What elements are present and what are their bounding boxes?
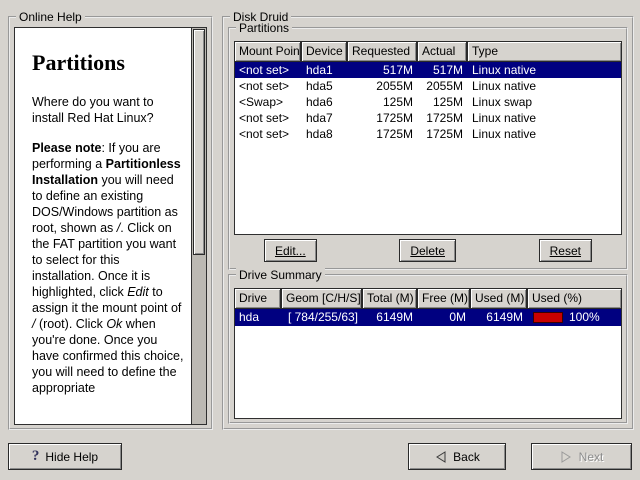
- next-arrow-icon: [560, 450, 573, 464]
- drive-summary-section: Drive Summary DriveGeom [C/H/S]Total (M)…: [228, 274, 628, 424]
- edit-button-label: Edit...: [275, 244, 306, 258]
- column-header-type[interactable]: Type: [467, 41, 622, 62]
- drive-cell-total: 6149M: [363, 309, 418, 326]
- drive-summary-header-row: DriveGeom [C/H/S]Total (M)Free (M)Used (…: [234, 288, 622, 309]
- column-header-mount[interactable]: Mount Point: [234, 41, 301, 62]
- drive-cell-geom: [ 784/255/63]: [282, 309, 363, 326]
- partition-cell-mount: <not set>: [235, 110, 302, 126]
- partitions-body: <not set>hda1517M517MLinux native<not se…: [234, 62, 622, 235]
- partition-cell-type: Linux native: [468, 62, 621, 78]
- partitions-buttons: Edit... Delete Reset: [234, 239, 622, 262]
- column-header-total[interactable]: Total (M): [362, 288, 417, 309]
- help-scrollbar-thumb[interactable]: [193, 29, 205, 255]
- partition-cell-mount: <not set>: [235, 126, 302, 142]
- partition-cell-device: hda7: [302, 110, 348, 126]
- edit-button[interactable]: Edit...: [264, 239, 317, 262]
- partition-cell-device: hda5: [302, 78, 348, 94]
- used-percent-label: 100%: [569, 309, 600, 326]
- column-header-device[interactable]: Device: [301, 41, 347, 62]
- reset-button-label: Reset: [550, 244, 581, 258]
- help-paragraph: Please note: If you are performing a Par…: [32, 140, 185, 396]
- delete-button[interactable]: Delete: [399, 239, 456, 262]
- partition-cell-mount: <Swap>: [235, 94, 302, 110]
- drive-cell-free: 0M: [418, 309, 471, 326]
- partition-cell-actual: 1725M: [418, 126, 468, 142]
- column-header-geom[interactable]: Geom [C/H/S]: [281, 288, 362, 309]
- partition-cell-actual: 1725M: [418, 110, 468, 126]
- back-arrow-icon: [434, 450, 447, 464]
- reset-button[interactable]: Reset: [539, 239, 592, 262]
- partition-cell-requested: 125M: [348, 94, 418, 110]
- drive-cell-usedm: 6149M: [471, 309, 528, 326]
- column-header-drive[interactable]: Drive: [234, 288, 281, 309]
- partition-row[interactable]: <not set>hda1517M517MLinux native: [235, 62, 621, 78]
- help-scrollbar[interactable]: [191, 28, 206, 424]
- hide-help-button[interactable]: ? Hide Help: [8, 443, 122, 470]
- delete-button-label: Delete: [410, 244, 445, 258]
- column-header-actual[interactable]: Actual: [417, 41, 467, 62]
- partitions-frame-title: Partitions: [236, 21, 292, 35]
- back-button-label: Back: [453, 450, 480, 464]
- next-button-label: Next: [579, 450, 604, 464]
- partition-cell-device: hda1: [302, 62, 348, 78]
- drive-cell-usedp: 100%: [528, 309, 621, 326]
- partition-row[interactable]: <not set>hda52055M2055MLinux native: [235, 78, 621, 94]
- partition-cell-requested: 517M: [348, 62, 418, 78]
- partitions-section: Partitions Mount PointDeviceRequestedAct…: [228, 27, 628, 270]
- partition-cell-type: Linux native: [468, 78, 621, 94]
- partition-cell-type: Linux swap: [468, 94, 621, 110]
- used-percent-bar: [533, 312, 563, 323]
- partition-cell-actual: 125M: [418, 94, 468, 110]
- partition-cell-mount: <not set>: [235, 62, 302, 78]
- partition-cell-requested: 2055M: [348, 78, 418, 94]
- help-content: Partitions Where do you want to install …: [15, 28, 191, 424]
- help-title: Partitions: [32, 50, 185, 76]
- drive-summary-body: hda[ 784/255/63]6149M0M6149M100%: [234, 309, 622, 419]
- partition-cell-type: Linux native: [468, 110, 621, 126]
- help-text-area: Partitions Where do you want to install …: [14, 27, 207, 425]
- partition-cell-device: hda8: [302, 126, 348, 142]
- back-button[interactable]: Back: [408, 443, 506, 470]
- drive-cell-drive: hda: [235, 309, 282, 326]
- online-help-frame-title: Online Help: [16, 10, 85, 24]
- column-header-usedp[interactable]: Used (%): [527, 288, 622, 309]
- partition-cell-actual: 517M: [418, 62, 468, 78]
- partition-row[interactable]: <Swap>hda6125M125MLinux swap: [235, 94, 621, 110]
- drive-row[interactable]: hda[ 784/255/63]6149M0M6149M100%: [235, 309, 621, 326]
- partition-cell-actual: 2055M: [418, 78, 468, 94]
- disk-druid-panel: Disk Druid Partitions Mount PointDeviceR…: [222, 16, 634, 430]
- partition-cell-requested: 1725M: [348, 110, 418, 126]
- partition-cell-device: hda6: [302, 94, 348, 110]
- drive-summary-frame-title: Drive Summary: [236, 268, 325, 282]
- next-button[interactable]: Next: [531, 443, 632, 470]
- question-mark-icon: ?: [32, 449, 40, 464]
- online-help-panel: Online Help Partitions Where do you want…: [8, 16, 213, 430]
- partition-cell-requested: 1725M: [348, 126, 418, 142]
- hide-help-label: Hide Help: [45, 450, 98, 464]
- partition-row[interactable]: <not set>hda81725M1725MLinux native: [235, 126, 621, 142]
- partition-row[interactable]: <not set>hda71725M1725MLinux native: [235, 110, 621, 126]
- partition-cell-mount: <not set>: [235, 78, 302, 94]
- partitions-header-row: Mount PointDeviceRequestedActualType: [234, 41, 622, 62]
- help-paragraph: Where do you want to install Red Hat Lin…: [32, 94, 185, 126]
- column-header-requested[interactable]: Requested: [347, 41, 417, 62]
- installer-screen: Online Help Partitions Where do you want…: [0, 0, 640, 480]
- help-paragraphs: Where do you want to install Red Hat Lin…: [32, 94, 185, 396]
- partition-cell-type: Linux native: [468, 126, 621, 142]
- column-header-free[interactable]: Free (M): [417, 288, 470, 309]
- column-header-usedm[interactable]: Used (M): [470, 288, 527, 309]
